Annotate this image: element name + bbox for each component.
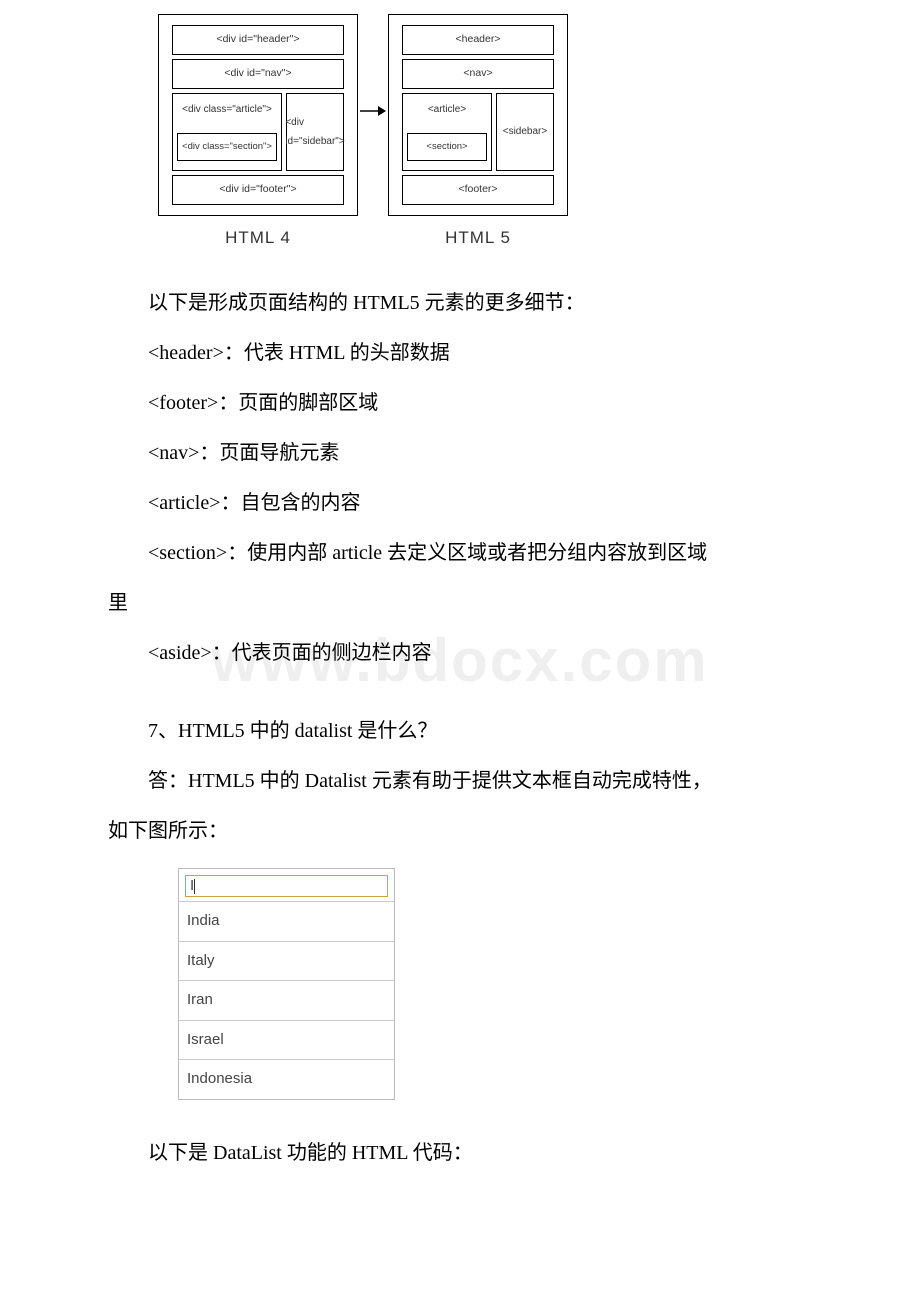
arrow-icon [358, 102, 388, 128]
html4-article-box: <div class="article"> <div class="sectio… [172, 93, 282, 171]
html5-article-label: <article> [407, 100, 487, 119]
datalist-option[interactable]: Italy [179, 941, 394, 981]
html5-footer-box: <footer> [402, 175, 555, 205]
html4-article-label: <div class="article"> [177, 100, 277, 119]
html5-header-box: <header> [402, 25, 555, 55]
paragraph-article: <article>：自包含的内容 [0, 478, 920, 528]
paragraph-header: <header>：代表 HTML 的头部数据 [0, 328, 920, 378]
html5-caption: HTML 5 [388, 222, 568, 254]
html5-section-box: <section> [407, 133, 487, 161]
html5-article-box: <article> <section> [402, 93, 492, 171]
html4-panel: <div id="header"> <div id="nav"> <div cl… [158, 14, 358, 216]
paragraph-nav: <nav>：页面导航元素 [0, 428, 920, 478]
html4-sidebar-box: <div id="sidebar"> [286, 93, 344, 171]
datalist-option[interactable]: Israel [179, 1020, 394, 1060]
html4-header-box: <div id="header"> [172, 25, 343, 55]
html5-panel: <header> <nav> <article> <section> <side… [388, 14, 568, 216]
html5-nav-box: <nav> [402, 59, 555, 89]
answer-7-line1: 答：HTML5 中的 Datalist 元素有助于提供文本框自动完成特性， [0, 756, 920, 806]
paragraph-aside: <aside>：代表页面的侧边栏内容 [0, 628, 920, 678]
datalist-option[interactable]: India [179, 901, 394, 941]
html5-sidebar-box: <sidebar> [496, 93, 554, 171]
question-7: 7、HTML5 中的 datalist 是什么？ [0, 706, 920, 756]
html4-nav-box: <div id="nav"> [172, 59, 343, 89]
html4-vs-html5-diagram: <div id="header"> <div id="nav"> <div cl… [158, 14, 573, 254]
paragraph-section-line1: <section>：使用内部 article 去定义区域或者把分组内容放到区域 [0, 528, 920, 578]
datalist-input[interactable]: I [185, 875, 388, 897]
html4-section-box: <div class="section"> [177, 133, 277, 161]
paragraph-datalist-code: 以下是 DataList 功能的 HTML 代码： [0, 1128, 920, 1178]
answer-7-line2: 如下图所示： [0, 806, 920, 856]
paragraph-footer: <footer>：页面的脚部区域 [0, 378, 920, 428]
paragraph-intro: 以下是形成页面结构的 HTML5 元素的更多细节： [0, 278, 920, 328]
datalist-option[interactable]: Iran [179, 980, 394, 1020]
datalist-option[interactable]: Indonesia [179, 1059, 394, 1099]
html4-footer-box: <div id="footer"> [172, 175, 343, 205]
text-cursor-icon [194, 879, 195, 894]
html4-caption: HTML 4 [158, 222, 358, 254]
paragraph-section-line2: 里 [0, 578, 920, 628]
datalist-figure: I India Italy Iran Israel Indonesia [178, 868, 395, 1100]
